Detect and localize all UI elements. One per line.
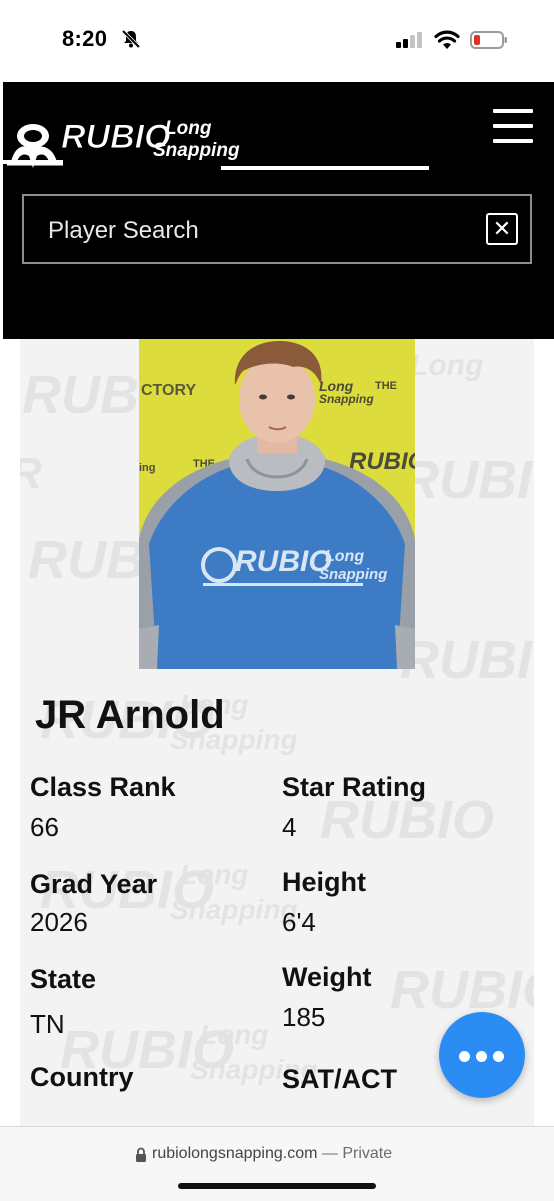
svg-text:Snapping: Snapping — [319, 566, 387, 583]
close-icon[interactable]: ✕ — [486, 213, 518, 245]
player-search-input[interactable] — [48, 216, 448, 246]
sat-act-label: SAT/ACT — [282, 1064, 397, 1094]
status-time: 8:20 — [62, 26, 108, 51]
country-label: Country — [30, 1062, 134, 1092]
height-label: Height — [282, 867, 366, 897]
svg-text:RUBIO: RUBIO — [235, 545, 332, 578]
dot-icon — [493, 1051, 504, 1062]
svg-text:RUBIO: RUBIO — [349, 448, 415, 475]
bell-muted-icon — [121, 29, 141, 49]
svg-text:Snapping: Snapping — [319, 392, 374, 406]
lock-icon — [136, 1147, 146, 1162]
class-rank-value: 66 — [30, 812, 59, 842]
player-search-box: ✕ — [22, 194, 532, 264]
svg-text:Snapping: Snapping — [153, 140, 240, 161]
height-value: 6'4 — [282, 907, 316, 937]
svg-text:CTORY: CTORY — [141, 382, 196, 399]
svg-text:THE: THE — [375, 380, 397, 392]
status-bar: 8:20 — [0, 0, 554, 82]
cellular-signal-icon — [396, 32, 422, 48]
svg-text:Long: Long — [165, 118, 212, 139]
class-rank-label: Class Rank — [30, 772, 176, 802]
wifi-icon — [434, 30, 460, 49]
weight-value: 185 — [282, 1002, 326, 1032]
star-rating-label: Star Rating — [282, 772, 427, 802]
dot-icon — [459, 1051, 470, 1062]
chat-more-button[interactable] — [439, 1012, 525, 1098]
site-header: RUBIO Long Snapping ✕ — [3, 82, 554, 339]
grad-year-label: Grad Year — [30, 869, 158, 899]
player-name: JR Arnold — [35, 693, 225, 737]
battery-low-icon — [470, 31, 507, 49]
dot-icon — [476, 1051, 487, 1062]
player-photo: CTORY Long Snapping THE RUBIO ing THE RU… — [139, 339, 415, 669]
rubio-long-snapping-logo[interactable]: RUBIO Long Snapping — [3, 114, 433, 174]
state-label: State — [30, 964, 97, 994]
home-indicator — [178, 1183, 376, 1189]
url-text[interactable]: rubiolongsnapping.com — Private — [152, 1145, 392, 1163]
hamburger-menu-icon[interactable] — [493, 109, 533, 145]
grad-year-value: 2026 — [30, 907, 88, 937]
weight-label: Weight — [282, 962, 372, 992]
star-rating-value: 4 — [282, 812, 297, 842]
svg-text:ing: ing — [139, 462, 156, 474]
state-value: TN — [30, 1009, 65, 1039]
svg-text:Long: Long — [325, 548, 364, 565]
browser-address-bar[interactable]: rubiolongsnapping.com — Private — [0, 1126, 554, 1201]
